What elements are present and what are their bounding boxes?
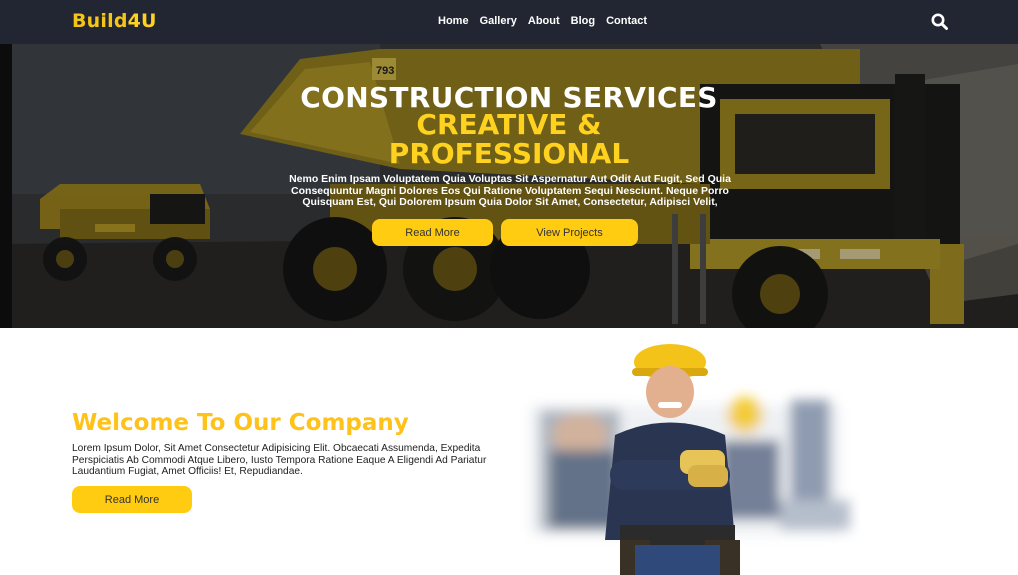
nav-link-contact[interactable]: Contact (606, 15, 647, 27)
hero-subtitle-line1: CREATIVE & (416, 108, 602, 141)
welcome-title: Welcome To Our Company (72, 410, 409, 436)
search-icon (931, 13, 948, 30)
top-navbar: Build4U Home Gallery About Blog Contact (0, 0, 1018, 44)
hero-subtitle-line2: PROFESSIONAL (388, 137, 630, 170)
nav-link-home[interactable]: Home (438, 15, 469, 27)
nav-links: Home Gallery About Blog Contact (438, 15, 658, 27)
hero-read-more-button[interactable]: Read More (372, 219, 493, 246)
hero-subtitle: CREATIVE & PROFESSIONAL (0, 110, 1018, 168)
hero-description: Nemo Enim Ipsam Voluptatem Quia Voluptas… (289, 173, 731, 208)
brand-logo[interactable]: Build4U (72, 10, 157, 32)
view-projects-button[interactable]: View Projects (501, 219, 638, 246)
hero-banner: 793 CONSTRUCTION SERVICES CREATIVE & PRO… (0, 44, 1018, 328)
welcome-description: Lorem Ipsum Dolor, Sit Amet Consectetur … (72, 443, 487, 478)
search-button[interactable] (930, 12, 950, 32)
nav-link-blog[interactable]: Blog (571, 15, 595, 27)
nav-link-about[interactable]: About (528, 15, 560, 27)
nav-link-gallery[interactable]: Gallery (480, 15, 517, 27)
construction-worker-image (530, 344, 850, 575)
logo-accent-text: 4U (127, 10, 157, 32)
welcome-read-more-button[interactable]: Read More (72, 486, 192, 513)
logo-main-text: Build (72, 10, 128, 32)
worker-figure (605, 344, 740, 575)
